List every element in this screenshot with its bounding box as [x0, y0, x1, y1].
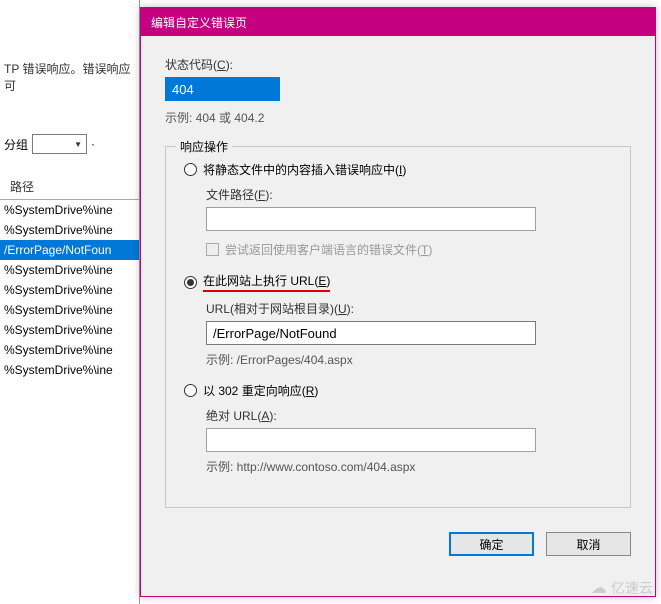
absolute-url-label: 绝对 URL(A): [206, 407, 612, 424]
group-by-label: 分组 [4, 136, 28, 153]
relative-url-input[interactable] [206, 321, 536, 345]
radio-icon [184, 163, 197, 176]
path-list[interactable]: %SystemDrive%\ine %SystemDrive%\ine /Err… [0, 200, 139, 380]
bg-intro-text: TP 错误响应。错误响应可 [0, 60, 139, 94]
absolute-url-example: 示例: http://www.contoso.com/404.aspx [206, 458, 612, 475]
absolute-url-input [206, 428, 536, 452]
watermark: ☁ 亿速云 [591, 578, 653, 598]
response-action-group: 响应操作 将静态文件中的内容插入错误响应中(I) 文件路径(F): 尝试返回使用… [165, 146, 631, 508]
absolute-url-block: 绝对 URL(A): 示例: http://www.contoso.com/40… [206, 407, 612, 475]
watermark-text: 亿速云 [611, 578, 653, 598]
radio-static-file[interactable]: 将静态文件中的内容插入错误响应中(I) [184, 161, 612, 178]
response-action-legend: 响应操作 [176, 138, 232, 155]
dialog-titlebar[interactable]: 编辑自定义错误页 [141, 8, 655, 36]
list-item[interactable]: %SystemDrive%\ine [0, 280, 139, 300]
background-panel: TP 错误响应。错误响应可 分组 ▼ · 路径 %SystemDrive%\in… [0, 0, 140, 604]
list-item[interactable]: /ErrorPage/NotFoun [0, 240, 139, 260]
ok-button[interactable]: 确定 [449, 532, 534, 556]
list-item[interactable]: %SystemDrive%\ine [0, 220, 139, 240]
file-path-block: 文件路径(F): 尝试返回使用客户端语言的错误文件(T) [206, 186, 612, 258]
dialog-title: 编辑自定义错误页 [151, 14, 247, 31]
dialog-body: 状态代码(C): 示例: 404 或 404.2 响应操作 将静态文件中的内容插… [141, 36, 655, 572]
list-item[interactable]: %SystemDrive%\ine [0, 360, 139, 380]
group-by-combo[interactable]: ▼ [32, 134, 87, 154]
edit-error-page-dialog: 编辑自定义错误页 状态代码(C): 示例: 404 或 404.2 响应操作 将… [140, 7, 656, 597]
relative-url-example: 示例: /ErrorPages/404.aspx [206, 351, 612, 368]
dialog-buttons: 确定 取消 [165, 532, 631, 556]
status-code-input[interactable] [165, 77, 280, 101]
relative-url-label: URL(相对于网站根目录)(U): [206, 300, 612, 317]
chevron-down-icon: ▼ [74, 140, 82, 149]
status-code-label: 状态代码(C): [165, 56, 631, 73]
cloud-icon: ☁ [591, 578, 607, 598]
list-item[interactable]: %SystemDrive%\ine [0, 320, 139, 340]
list-item[interactable]: %SystemDrive%\ine [0, 300, 139, 320]
radio-icon [184, 276, 197, 289]
status-code-example: 示例: 404 或 404.2 [165, 109, 631, 126]
try-return-client-lang: 尝试返回使用客户端语言的错误文件(T) [206, 241, 612, 258]
checkbox-icon [206, 243, 219, 256]
list-item[interactable]: %SystemDrive%\ine [0, 260, 139, 280]
list-header-path[interactable]: 路径 [0, 174, 139, 200]
radio-execute-url[interactable]: 在此网站上执行 URL(E) [184, 272, 612, 292]
cancel-button[interactable]: 取消 [546, 532, 631, 556]
group-by-row: 分组 ▼ · [0, 134, 139, 154]
list-item[interactable]: %SystemDrive%\ine [0, 340, 139, 360]
file-path-input [206, 207, 536, 231]
group-dot: · [91, 137, 95, 151]
radio-302-redirect[interactable]: 以 302 重定向响应(R) [184, 382, 612, 399]
radio-icon [184, 384, 197, 397]
file-path-label: 文件路径(F): [206, 186, 612, 203]
relative-url-block: URL(相对于网站根目录)(U): 示例: /ErrorPages/404.as… [206, 300, 612, 368]
list-item[interactable]: %SystemDrive%\ine [0, 200, 139, 220]
